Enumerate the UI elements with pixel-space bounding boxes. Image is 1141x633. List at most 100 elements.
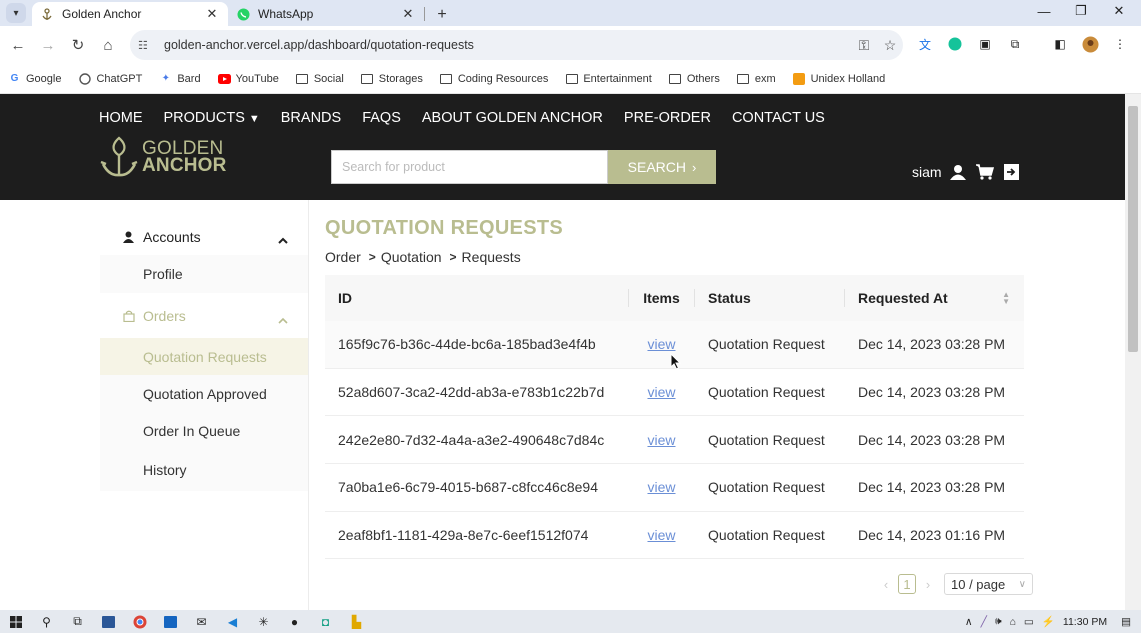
close-window-icon[interactable]: ✕ bbox=[1100, 0, 1138, 22]
nav-contact-link[interactable]: CONTACT US bbox=[732, 110, 825, 126]
new-tab-button[interactable]: + bbox=[431, 4, 453, 26]
bookmark-unidex-holland[interactable]: Unidex Holland bbox=[793, 72, 885, 85]
page-number-current[interactable]: 1 bbox=[898, 574, 916, 594]
password-key-icon[interactable]: ⚿ bbox=[851, 37, 877, 54]
browser-tab-golden-anchor[interactable]: Golden Anchor ✕ bbox=[32, 2, 228, 26]
chevron-right-icon: > bbox=[368, 250, 376, 264]
nav-products-link[interactable]: PRODUCTS ▼ bbox=[164, 110, 260, 126]
translate-extension-icon[interactable]: 文 bbox=[914, 33, 936, 55]
close-tab-icon[interactable]: ✕ bbox=[204, 6, 220, 22]
store-icon[interactable] bbox=[93, 610, 124, 633]
restore-window-icon[interactable]: ❐ bbox=[1062, 0, 1100, 22]
sidebar-item-history[interactable]: History bbox=[100, 449, 308, 491]
sidebar-item-quotation-approved[interactable]: Quotation Approved bbox=[100, 375, 308, 412]
photos-icon[interactable] bbox=[155, 610, 186, 633]
bookmark-chatgpt[interactable]: ChatGPT bbox=[78, 73, 142, 85]
bookmark-bard[interactable]: ✦ Bard bbox=[159, 73, 201, 85]
nav-about-link[interactable]: ABOUT GOLDEN ANCHOR bbox=[422, 110, 603, 126]
display-icon[interactable]: ▭ bbox=[1024, 616, 1034, 628]
view-items-link[interactable]: view bbox=[647, 479, 675, 495]
sort-icon[interactable]: ▲ ▼ bbox=[1002, 291, 1010, 306]
address-bar[interactable]: ☷ golden-anchor.vercel.app/dashboard/quo… bbox=[130, 30, 903, 60]
search-button[interactable]: SEARCH › bbox=[608, 150, 716, 184]
page-size-select[interactable]: 10 / page ∨ bbox=[944, 573, 1033, 595]
sidebar-item-profile[interactable]: Profile bbox=[100, 255, 308, 293]
close-tab-icon[interactable]: ✕ bbox=[400, 6, 416, 22]
logout-icon[interactable] bbox=[1003, 164, 1019, 180]
row-id: 7a0ba1e6-6c79-4015-b687-c8fcc46c8e94 bbox=[338, 479, 598, 496]
folder-icon bbox=[669, 73, 682, 85]
caret-down-icon: ▼ bbox=[248, 113, 260, 125]
home-icon[interactable]: ⌂ bbox=[93, 30, 123, 60]
bookmark-folder-storages[interactable]: Storages bbox=[361, 73, 423, 85]
prev-page-icon[interactable]: ‹ bbox=[878, 577, 894, 592]
github-icon[interactable]: ● bbox=[279, 610, 310, 633]
chatgpt-icon bbox=[78, 72, 91, 85]
forward-arrow-icon[interactable]: → bbox=[33, 30, 63, 60]
username[interactable]: siam bbox=[912, 164, 942, 180]
bookmark-folder-coding-resources[interactable]: Coding Resources bbox=[440, 73, 548, 85]
browser-menu-icon[interactable]: ⋮ bbox=[1109, 33, 1131, 55]
grammarly-extension-icon[interactable] bbox=[944, 33, 966, 55]
minimize-window-icon[interactable]: — bbox=[1025, 0, 1063, 22]
back-arrow-icon[interactable]: ← bbox=[3, 30, 33, 60]
user-account-icon[interactable] bbox=[949, 164, 966, 180]
bookmark-folder-entertainment[interactable]: Entertainment bbox=[565, 73, 652, 85]
bookmark-youtube[interactable]: YouTube bbox=[217, 73, 279, 85]
bookmark-folder-others[interactable]: Others bbox=[669, 73, 720, 85]
nav-home-link[interactable]: HOME bbox=[99, 110, 143, 126]
bookmark-folder-exm[interactable]: exm bbox=[737, 73, 776, 85]
shopping-cart-icon[interactable] bbox=[975, 164, 994, 180]
bookmark-google[interactable]: G Google bbox=[8, 73, 62, 85]
next-page-icon[interactable]: › bbox=[920, 577, 936, 592]
search-icon[interactable]: ⚲ bbox=[31, 610, 62, 633]
profile-avatar[interactable] bbox=[1079, 33, 1101, 55]
bookmark-label: Storages bbox=[378, 72, 423, 85]
tab-search-button[interactable]: ▾ bbox=[6, 3, 26, 23]
nav-brands-link[interactable]: BRANDS bbox=[281, 110, 341, 126]
nav-faqs-link[interactable]: FAQS bbox=[362, 110, 401, 126]
column-header-requested-at[interactable]: Requested At bbox=[845, 290, 1024, 306]
slack-icon[interactable]: ✳ bbox=[248, 610, 279, 633]
sidebar-section-orders[interactable]: Orders bbox=[100, 293, 308, 338]
extensions-puzzle-icon[interactable]: ⧉ bbox=[1004, 33, 1026, 55]
google-icon: G bbox=[10, 73, 19, 84]
golden-anchor-logo[interactable]: GOLDEN ANCHOR bbox=[99, 136, 227, 178]
picture-in-picture-icon[interactable]: ▣ bbox=[974, 33, 996, 55]
page-scrollbar[interactable] bbox=[1125, 94, 1141, 610]
product-search-input[interactable]: Search for product bbox=[331, 150, 608, 184]
mail-icon[interactable]: ✉ bbox=[186, 610, 217, 633]
bookmark-folder-social[interactable]: Social bbox=[296, 73, 344, 85]
chevron-up-icon[interactable]: ∧ bbox=[965, 616, 973, 628]
vscode-icon[interactable]: ◀ bbox=[217, 610, 248, 633]
network-icon[interactable]: ⌂ bbox=[1010, 616, 1016, 628]
view-items-link[interactable]: view bbox=[647, 384, 675, 400]
scrollbar-thumb[interactable] bbox=[1128, 106, 1138, 352]
pen-icon[interactable]: ╱ bbox=[981, 616, 987, 628]
volume-icon[interactable]: 🕪 bbox=[995, 615, 1002, 628]
windows-start-icon[interactable] bbox=[0, 610, 31, 633]
site-info-icon[interactable]: ☷ bbox=[138, 39, 154, 52]
view-items-link[interactable]: view bbox=[647, 336, 675, 352]
reload-icon[interactable]: ↻ bbox=[63, 30, 93, 60]
view-items-link[interactable]: view bbox=[647, 527, 675, 543]
nav-pre-order-link[interactable]: PRE-ORDER bbox=[624, 110, 711, 126]
sidebar-item-order-in-queue[interactable]: Order In Queue bbox=[100, 412, 308, 449]
app-icon[interactable]: ◘ bbox=[310, 610, 341, 633]
file-explorer-icon[interactable]: ▙ bbox=[341, 610, 372, 633]
notification-icon[interactable]: ▤ bbox=[1121, 616, 1131, 628]
task-view-icon[interactable]: ⧉ bbox=[62, 610, 93, 633]
breadcrumb-quotation[interactable]: Quotation bbox=[381, 249, 442, 265]
view-items-link[interactable]: view bbox=[647, 432, 675, 448]
browser-toolbar: ← → ↻ ⌂ ☷ golden-anchor.vercel.app/dashb… bbox=[0, 26, 1141, 64]
side-panel-icon[interactable]: ◧ bbox=[1049, 33, 1071, 55]
clock-time[interactable]: 11:30 PM bbox=[1063, 616, 1107, 628]
bookmark-star-icon[interactable]: ☆ bbox=[877, 37, 903, 54]
sidebar-item-quotation-requests[interactable]: Quotation Requests bbox=[100, 338, 308, 375]
chrome-icon[interactable] bbox=[124, 610, 155, 633]
battery-icon[interactable]: ⚡ bbox=[1042, 615, 1055, 628]
sidebar-section-accounts[interactable]: Accounts bbox=[100, 218, 308, 255]
url-text[interactable]: golden-anchor.vercel.app/dashboard/quota… bbox=[164, 38, 851, 52]
breadcrumb-order[interactable]: Order bbox=[325, 249, 361, 265]
browser-tab-whatsapp[interactable]: WhatsApp ✕ bbox=[228, 2, 424, 26]
